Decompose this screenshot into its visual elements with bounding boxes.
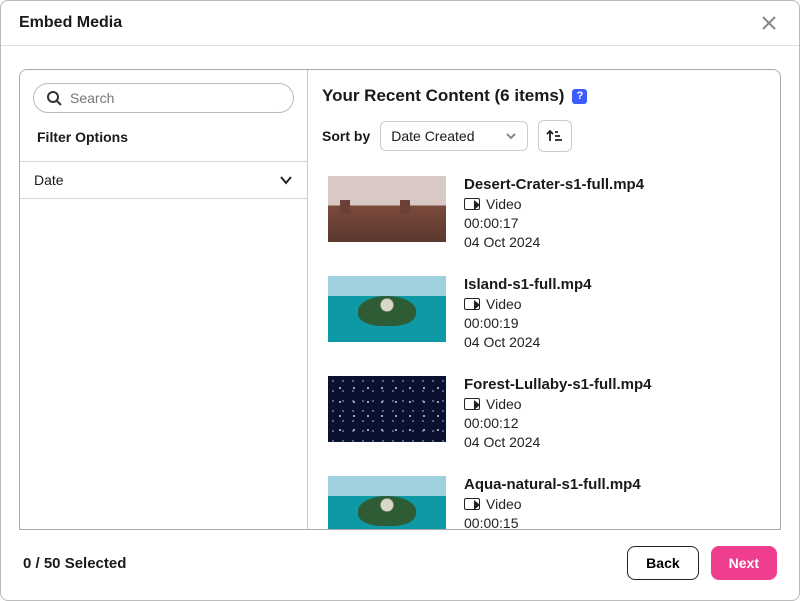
sort-direction-button[interactable] xyxy=(538,120,572,152)
thumbnail[interactable] xyxy=(328,476,446,529)
sort-select[interactable]: Date Created xyxy=(380,121,527,151)
item-date: 04 Oct 2024 xyxy=(464,434,652,450)
content-heading: Your Recent Content (6 items) ? xyxy=(322,86,780,106)
filter-date[interactable]: Date xyxy=(20,161,307,199)
content-heading-text: Your Recent Content (6 items) xyxy=(322,86,564,106)
back-button[interactable]: Back xyxy=(627,546,698,580)
thumbnail[interactable] xyxy=(328,176,446,242)
item-type: Video xyxy=(464,196,644,212)
list-item[interactable]: Island-s1-full.mp4 Video 00:00:19 04 Oct… xyxy=(322,276,774,350)
filter-options-title: Filter Options xyxy=(37,129,294,145)
video-icon xyxy=(464,298,480,310)
main-pane: Your Recent Content (6 items) ? Sort by … xyxy=(308,70,780,529)
search-input[interactable] xyxy=(70,90,281,106)
chevron-down-icon xyxy=(505,130,517,142)
item-type: Video xyxy=(464,296,592,312)
search-icon xyxy=(46,90,62,106)
chevron-down-icon xyxy=(279,173,293,187)
item-date: 04 Oct 2024 xyxy=(464,234,644,250)
item-meta: Aqua-natural-s1-full.mp4 Video 00:00:15 … xyxy=(464,476,641,529)
item-duration: 00:00:12 xyxy=(464,415,652,431)
item-date: 04 Oct 2024 xyxy=(464,334,592,350)
thumbnail[interactable] xyxy=(328,376,446,442)
sort-label: Sort by xyxy=(322,128,370,144)
modal-title: Embed Media xyxy=(19,14,122,32)
video-icon xyxy=(464,198,480,210)
close-icon[interactable] xyxy=(757,11,781,35)
item-meta: Desert-Crater-s1-full.mp4 Video 00:00:17… xyxy=(464,176,644,250)
list-item[interactable]: Forest-Lullaby-s1-full.mp4 Video 00:00:1… xyxy=(322,376,774,450)
item-duration: 00:00:15 xyxy=(464,515,641,529)
sidebar-top: Filter Options xyxy=(20,70,307,161)
item-type-label: Video xyxy=(486,496,522,512)
item-duration: 00:00:19 xyxy=(464,315,592,331)
item-title: Aqua-natural-s1-full.mp4 xyxy=(464,476,641,493)
list-item[interactable]: Aqua-natural-s1-full.mp4 Video 00:00:15 … xyxy=(322,476,774,529)
sort-asc-icon xyxy=(546,128,564,144)
sort-value: Date Created xyxy=(391,128,474,144)
item-title: Desert-Crater-s1-full.mp4 xyxy=(464,176,644,193)
item-type: Video xyxy=(464,496,641,512)
search-input-wrap[interactable] xyxy=(33,83,294,113)
item-meta: Island-s1-full.mp4 Video 00:00:19 04 Oct… xyxy=(464,276,592,350)
content-list[interactable]: Desert-Crater-s1-full.mp4 Video 00:00:17… xyxy=(322,166,780,529)
thumbnail[interactable] xyxy=(328,276,446,342)
next-button[interactable]: Next xyxy=(711,546,777,580)
selection-count: 0 / 50 Selected xyxy=(23,555,126,572)
modal-footer: 0 / 50 Selected Back Next xyxy=(1,530,799,600)
sidebar: Filter Options Date xyxy=(20,70,308,529)
sort-row: Sort by Date Created xyxy=(322,120,780,152)
modal-body: Filter Options Date Your Recent Content … xyxy=(19,69,781,530)
item-type: Video xyxy=(464,396,652,412)
video-icon xyxy=(464,398,480,410)
video-icon xyxy=(464,498,480,510)
item-type-label: Video xyxy=(486,396,522,412)
footer-buttons: Back Next xyxy=(627,546,777,580)
item-type-label: Video xyxy=(486,196,522,212)
item-type-label: Video xyxy=(486,296,522,312)
item-meta: Forest-Lullaby-s1-full.mp4 Video 00:00:1… xyxy=(464,376,652,450)
filter-label: Date xyxy=(34,172,64,188)
item-title: Island-s1-full.mp4 xyxy=(464,276,592,293)
item-duration: 00:00:17 xyxy=(464,215,644,231)
help-icon[interactable]: ? xyxy=(572,89,587,104)
embed-media-modal: Embed Media Filter Options Date xyxy=(0,0,800,601)
modal-header: Embed Media xyxy=(1,1,799,46)
list-item[interactable]: Desert-Crater-s1-full.mp4 Video 00:00:17… xyxy=(322,176,774,250)
item-title: Forest-Lullaby-s1-full.mp4 xyxy=(464,376,652,393)
